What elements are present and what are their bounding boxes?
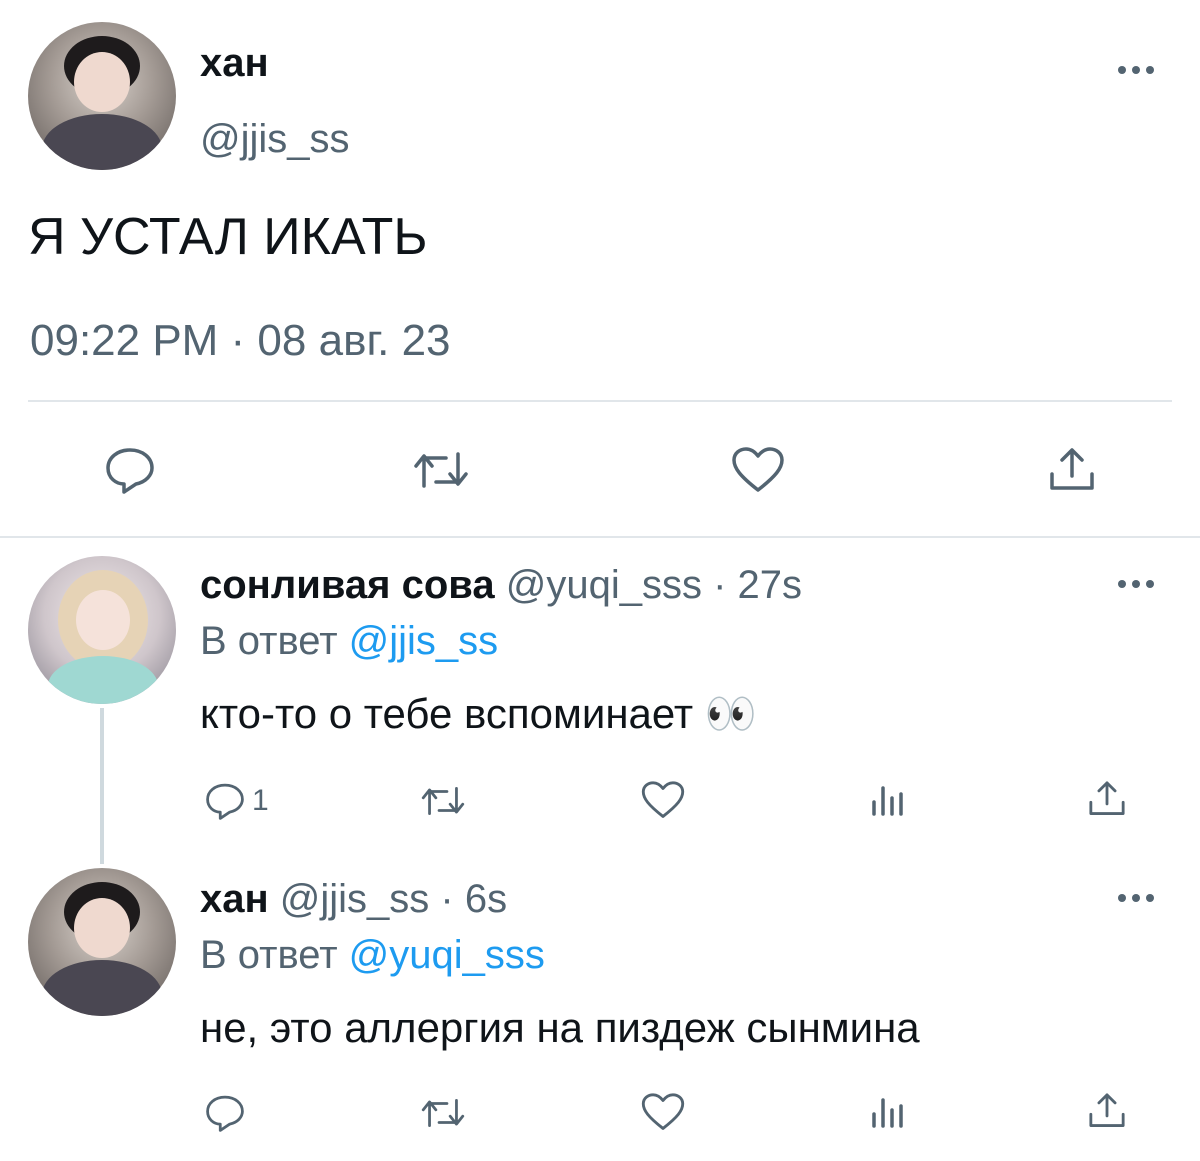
reply-1-share-icon[interactable] xyxy=(1086,778,1128,820)
main-tweet-timestamp[interactable]: 09:22 PM · 08 авг. 23 xyxy=(30,314,451,368)
reply-1-avatar[interactable] xyxy=(28,556,176,704)
reply-1-views-icon[interactable] xyxy=(870,782,904,818)
thread-connector-line xyxy=(100,708,104,864)
retweet-icon[interactable] xyxy=(410,446,472,494)
reply-2-author-handle[interactable]: @jjis_ss xyxy=(280,877,430,921)
reply-2-text: не, это аллергия на пиздеж сынмина xyxy=(200,1004,920,1051)
reply-2-reply-to: В ответ @yuqi_sss xyxy=(200,930,545,980)
main-tweet-more-icon[interactable] xyxy=(1118,64,1158,76)
main-tweet-text: Я УСТАЛ ИКАТЬ xyxy=(28,208,428,266)
like-icon[interactable] xyxy=(730,446,786,494)
reply-2-mention-link[interactable]: @yuqi_sss xyxy=(349,933,545,977)
main-tweet-divider xyxy=(28,400,1172,402)
reply-1-header: сонливая сова @yuqi_sss · 27s xyxy=(200,560,802,610)
reply-2-reply-prefix: В ответ xyxy=(200,933,338,977)
reply-1-like-icon[interactable] xyxy=(640,780,686,820)
main-tweet-author-name[interactable]: хан xyxy=(200,38,269,88)
reply-1-reply-icon[interactable] xyxy=(204,782,246,820)
reply-1-reply-prefix: В ответ xyxy=(200,619,338,663)
reply-2-share-icon[interactable] xyxy=(1086,1090,1128,1132)
reply-2-reply-icon[interactable] xyxy=(204,1094,246,1132)
eyes-emoji: 👀 xyxy=(704,690,758,737)
reply-1-text: кто-то о тебе вспоминает xyxy=(200,690,694,737)
reply-1-reply-count: 1 xyxy=(252,784,269,817)
reply-1-author-handle[interactable]: @yuqi_sss xyxy=(506,563,702,607)
section-divider xyxy=(0,536,1200,538)
share-icon[interactable] xyxy=(1046,444,1098,496)
reply-2-time[interactable]: · 6s xyxy=(440,877,507,921)
reply-2-retweet-icon[interactable] xyxy=(418,1094,468,1132)
reply-2-avatar[interactable] xyxy=(28,868,176,1016)
main-tweet-avatar[interactable] xyxy=(28,22,176,170)
reply-2-author-name[interactable]: хан xyxy=(200,877,269,921)
reply-2-header: хан @jjis_ss · 6s xyxy=(200,874,507,924)
reply-1-retweet-icon[interactable] xyxy=(418,782,468,820)
reply-2-like-icon[interactable] xyxy=(640,1092,686,1132)
reply-icon[interactable] xyxy=(104,446,156,494)
reply-1-reply-to: В ответ @jjis_ss xyxy=(200,616,498,666)
main-tweet-author-handle[interactable]: @jjis_ss xyxy=(200,114,350,164)
reply-1-mention-link[interactable]: @jjis_ss xyxy=(349,619,499,663)
reply-1-author-name[interactable]: сонливая сова xyxy=(200,563,495,607)
reply-2-more-icon[interactable] xyxy=(1118,892,1158,904)
reply-1-text-line: кто-то о тебе вспоминает 👀 xyxy=(200,688,757,740)
reply-1-more-icon[interactable] xyxy=(1118,578,1158,590)
reply-1-time[interactable]: · 27s xyxy=(713,563,802,607)
reply-2-views-icon[interactable] xyxy=(870,1094,904,1130)
